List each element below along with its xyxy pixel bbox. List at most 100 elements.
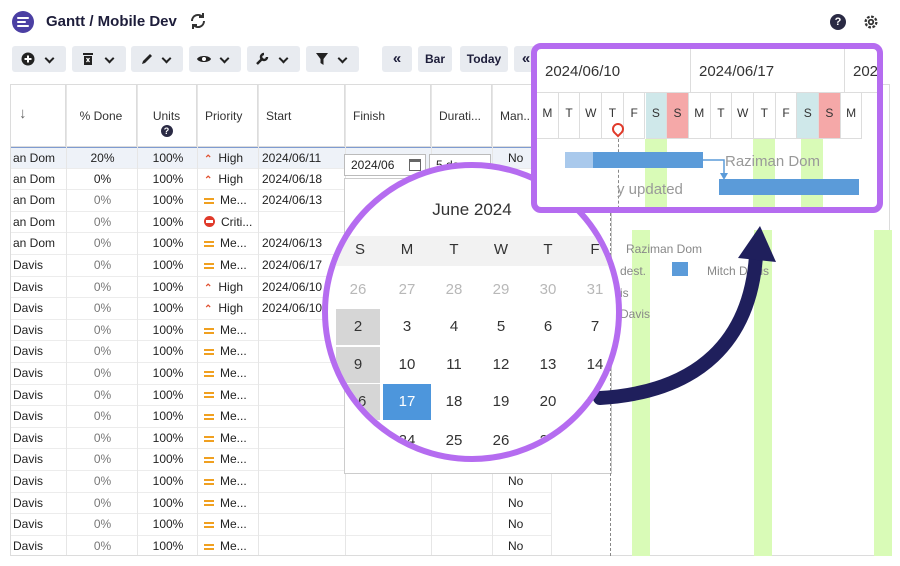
priority-cell[interactable]: Me... [204, 428, 258, 449]
start-cell[interactable] [262, 385, 344, 406]
gantt-task-bar[interactable] [719, 179, 859, 195]
units-cell[interactable]: 100% [139, 298, 197, 319]
units-cell[interactable]: 100% [139, 514, 197, 535]
bar-button[interactable]: Bar [418, 46, 452, 72]
calendar-day[interactable]: 3 [383, 309, 431, 345]
units-cell[interactable]: 100% [139, 428, 197, 449]
start-column-header[interactable]: Start [258, 85, 345, 147]
done-cell[interactable]: 0% [68, 298, 137, 319]
name-cell[interactable]: Davis [13, 255, 66, 276]
name-cell[interactable]: Davis [13, 320, 66, 341]
calendar-day[interactable]: 9 [336, 347, 380, 383]
name-cell[interactable]: Davis [13, 493, 66, 514]
priority-cell[interactable]: ⌃ High [204, 148, 258, 169]
priority-cell[interactable]: Me... [204, 233, 258, 254]
units-column-header[interactable]: Units ? [137, 85, 197, 147]
calendar-day[interactable]: 28 [430, 272, 478, 308]
calendar-day-selected[interactable]: 17 [383, 384, 431, 420]
name-cell[interactable]: Davis [13, 341, 66, 362]
table-row[interactable]: Davis 0% 100% Me... No [11, 471, 551, 493]
priority-cell[interactable]: Me... [204, 471, 258, 492]
done-cell[interactable]: 0% [68, 385, 137, 406]
name-cell[interactable]: an Dom [13, 190, 66, 211]
priority-cell[interactable]: Me... [204, 320, 258, 341]
calendar-day[interactable]: 6 [524, 309, 572, 345]
gantt-task-bar[interactable] [593, 152, 703, 168]
done-cell[interactable]: 0% [68, 493, 137, 514]
done-cell[interactable]: 0% [68, 341, 137, 362]
units-cell[interactable]: 100% [139, 169, 197, 190]
calendar-day[interactable]: 27 [524, 423, 572, 456]
name-cell[interactable]: an Dom [13, 233, 66, 254]
calendar-day[interactable]: 31 [571, 272, 616, 308]
start-cell[interactable] [262, 406, 344, 427]
calendar-day[interactable]: 27 [383, 272, 431, 308]
units-cell[interactable]: 100% [139, 320, 197, 341]
calendar-day[interactable]: 25 [430, 423, 478, 456]
table-row[interactable]: Davis 0% 100% Me... No [11, 536, 551, 555]
start-cell[interactable] [262, 471, 344, 492]
name-cell[interactable]: Davis [13, 385, 66, 406]
sort-column-header[interactable]: ↓ [11, 85, 66, 147]
calendar-day[interactable]: 2 [336, 309, 380, 345]
priority-cell[interactable]: Me... [204, 385, 258, 406]
nav-prev-button[interactable]: « [382, 46, 412, 72]
done-cell[interactable]: 0% [68, 471, 137, 492]
start-cell[interactable]: 2024/06/18 [262, 169, 344, 190]
start-cell[interactable] [262, 493, 344, 514]
priority-cell[interactable]: Me... [204, 514, 258, 535]
calendar-day[interactable]: 18 [430, 384, 478, 420]
priority-cell[interactable]: ⌃ High [204, 277, 258, 298]
priority-cell[interactable]: Me... [204, 255, 258, 276]
today-button[interactable]: Today [460, 46, 508, 72]
priority-cell[interactable]: Criti... [204, 212, 258, 233]
calendar-day[interactable]: 26 [477, 423, 525, 456]
calendar-day[interactable]: 30 [524, 272, 572, 308]
finish-column-header[interactable]: Finish [345, 85, 431, 147]
name-cell[interactable]: Davis [13, 428, 66, 449]
table-row[interactable]: Davis 0% 100% Me... No [11, 493, 551, 515]
done-cell[interactable]: 0% [68, 536, 137, 555]
units-cell[interactable]: 100% [139, 449, 197, 470]
units-cell[interactable]: 100% [139, 212, 197, 233]
done-cell[interactable]: 0% [68, 233, 137, 254]
name-cell[interactable]: Davis [13, 471, 66, 492]
calendar-day[interactable]: 6 [571, 423, 616, 456]
edit-button[interactable] [131, 46, 183, 72]
name-cell[interactable]: Davis [13, 277, 66, 298]
calendar-day[interactable]: 20 [524, 384, 572, 420]
done-cell[interactable]: 0% [68, 277, 137, 298]
priority-cell[interactable]: ⌃ High [204, 169, 258, 190]
calendar-day[interactable]: 26 [336, 272, 380, 308]
units-cell[interactable]: 100% [139, 233, 197, 254]
help-icon[interactable]: ? [830, 14, 846, 30]
done-cell[interactable]: 0% [68, 212, 137, 233]
units-cell[interactable]: 100% [139, 255, 197, 276]
done-cell[interactable]: 0% [68, 406, 137, 427]
done-cell[interactable]: 0% [68, 320, 137, 341]
done-cell[interactable]: 0% [68, 363, 137, 384]
calendar-icon[interactable] [409, 159, 421, 171]
calendar-day[interactable]: 24 [383, 423, 431, 456]
priority-column-header[interactable]: Priority [197, 85, 258, 147]
name-cell[interactable]: Davis [13, 536, 66, 555]
calendar-day[interactable]: 19 [477, 384, 525, 420]
done-cell[interactable]: 0% [68, 255, 137, 276]
units-cell[interactable]: 100% [139, 536, 197, 555]
priority-cell[interactable]: Me... [204, 493, 258, 514]
units-cell[interactable]: 100% [139, 277, 197, 298]
duration-column-header[interactable]: Durati... [431, 85, 492, 147]
name-cell[interactable]: Davis [13, 449, 66, 470]
calendar-day[interactable]: 5 [477, 309, 525, 345]
done-cell[interactable]: 0% [68, 514, 137, 535]
done-cell[interactable]: 0% [68, 190, 137, 211]
calendar-day[interactable]: 10 [383, 347, 431, 383]
delete-task-button[interactable] [72, 46, 126, 72]
calendar-day[interactable]: 14 [571, 347, 616, 383]
calendar-day[interactable]: 12 [477, 347, 525, 383]
units-cell[interactable]: 100% [139, 148, 197, 169]
calendar-day[interactable]: 13 [524, 347, 572, 383]
gantt-task-bar-baseline[interactable] [565, 152, 595, 168]
filter-button[interactable] [306, 46, 359, 72]
gear-icon[interactable] [862, 13, 880, 31]
